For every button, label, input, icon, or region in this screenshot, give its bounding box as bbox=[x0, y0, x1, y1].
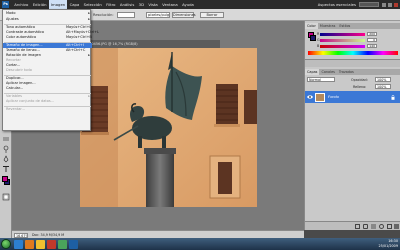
type-tool-icon[interactable] bbox=[2, 165, 10, 173]
menu-seleccion[interactable]: Selección bbox=[81, 0, 103, 9]
adjustments-panel-header bbox=[305, 59, 400, 67]
search-field[interactable] bbox=[359, 2, 379, 7]
menu-bar: Ps Archivo Edición Imagen Capa Selección… bbox=[0, 0, 400, 9]
status-bar: 16,67% Doc: 34,9 M/34,9 M bbox=[12, 230, 304, 238]
tab-estilos[interactable]: Estilos bbox=[337, 23, 352, 29]
tab-color[interactable]: Color bbox=[305, 23, 318, 29]
new-layer-icon[interactable] bbox=[387, 224, 392, 229]
fill-field[interactable]: 100% bbox=[375, 84, 391, 89]
zoom-field[interactable]: 16,67% bbox=[14, 232, 28, 238]
tab-capas[interactable]: Capas bbox=[305, 69, 320, 75]
minimize-button[interactable] bbox=[382, 2, 386, 7]
layer-name: Fondo bbox=[328, 94, 340, 99]
resolution-label: Resolución: bbox=[93, 12, 114, 17]
panel-background-swatch[interactable] bbox=[310, 35, 316, 41]
slider-g[interactable]: G 0 bbox=[317, 38, 377, 42]
menu-separator bbox=[4, 23, 91, 24]
layer-style-icon[interactable] bbox=[363, 224, 368, 229]
layers-panel-tabs: Capas Canales Trazados bbox=[305, 69, 400, 75]
taskbar-folder-icon[interactable] bbox=[36, 239, 45, 249]
menu-vista[interactable]: Vista bbox=[146, 0, 160, 9]
layer-mask-icon[interactable] bbox=[371, 224, 376, 229]
menu-item-color-automatico[interactable]: Color automático Mayús+Ctrl+B bbox=[3, 35, 92, 40]
color-panel-tabs: Color Muestras Estilos bbox=[305, 23, 400, 29]
menu-item-aplicar-conjunto-datos: Aplicar conjunto de datos... bbox=[6, 99, 55, 103]
document-tab[interactable]: P1000456.JPG @ 16,7% (RGB/8) bbox=[80, 40, 220, 48]
document-info[interactable]: Doc: 34,9 M/34,9 M bbox=[32, 233, 64, 237]
menu-item-ajustes[interactable]: Ajustes ▸ bbox=[3, 17, 92, 22]
slider-g-track[interactable] bbox=[320, 38, 365, 42]
menu-capa[interactable]: Capa bbox=[67, 0, 81, 9]
clear-button[interactable]: Borrar bbox=[200, 11, 224, 18]
workspace-switcher[interactable]: Aspectos esenciales bbox=[318, 2, 356, 7]
menu-filtro[interactable]: Filtro bbox=[104, 0, 118, 9]
tab-trazados[interactable]: Trazados bbox=[337, 69, 356, 75]
gradient-tool-icon[interactable] bbox=[2, 135, 10, 143]
taskbar-firefox-icon[interactable] bbox=[25, 239, 34, 249]
system-clock[interactable]: 16:30 25/01/2009 bbox=[378, 239, 398, 249]
submenu-arrow-icon: ▸ bbox=[88, 17, 90, 21]
photoshop-logo-icon: Ps bbox=[2, 1, 9, 8]
clock-date: 25/01/2009 bbox=[378, 244, 398, 248]
image-menu-dropdown: Modo ▸ Ajustes ▸ Tono automático Mayús+Ctrl… bbox=[2, 9, 99, 131]
resolution-unit-select[interactable]: píxeles/pulgada bbox=[146, 11, 170, 18]
menu-separator bbox=[4, 74, 91, 75]
slider-r[interactable]: R 200 bbox=[317, 32, 377, 36]
right-panels: Color Muestras Estilos R 200 G 0 B 140 C… bbox=[304, 21, 400, 230]
menu-item-descubrir-todo: Descubrir todo bbox=[6, 68, 32, 72]
foreground-color-swatch[interactable] bbox=[2, 176, 8, 182]
layer-row-fondo[interactable]: Fondo bbox=[305, 91, 400, 103]
color-spectrum-ramp[interactable] bbox=[308, 51, 398, 55]
lock-icon bbox=[391, 94, 395, 100]
eye-icon[interactable] bbox=[307, 94, 313, 100]
close-button[interactable] bbox=[394, 2, 398, 7]
fill-label: Relleno: bbox=[353, 84, 367, 89]
slider-b-track[interactable] bbox=[320, 44, 365, 48]
layers-panel-footer bbox=[305, 221, 400, 230]
tab-muestras[interactable]: Muestras bbox=[318, 23, 338, 29]
document-photo[interactable] bbox=[80, 48, 257, 207]
menu-separator bbox=[4, 92, 91, 93]
maximize-button[interactable] bbox=[388, 2, 392, 7]
menu-archivo[interactable]: Archivo bbox=[12, 0, 31, 9]
menu-ayuda[interactable]: Ayuda bbox=[180, 0, 196, 9]
start-button[interactable] bbox=[1, 239, 11, 249]
menu-item-reventar: Reventar... bbox=[6, 107, 25, 111]
trash-icon[interactable] bbox=[394, 224, 399, 229]
quick-mask-icon[interactable] bbox=[2, 193, 10, 201]
menu-ventana[interactable]: Ventana bbox=[160, 0, 180, 9]
menu-item-calcular[interactable]: Calcular... bbox=[3, 86, 92, 91]
pen-tool-icon[interactable] bbox=[2, 155, 10, 163]
menu-separator bbox=[4, 41, 91, 42]
taskbar-media-icon[interactable] bbox=[47, 239, 56, 249]
adjustment-layer-icon[interactable] bbox=[379, 224, 384, 229]
taskbar: 16:30 25/01/2009 bbox=[0, 238, 400, 250]
dodge-tool-icon[interactable] bbox=[2, 145, 10, 153]
opacity-label: Opacidad: bbox=[351, 77, 368, 82]
menu-edicion[interactable]: Edición bbox=[31, 0, 49, 9]
link-layers-icon[interactable] bbox=[355, 224, 360, 229]
menu-3d[interactable]: 3D bbox=[136, 0, 146, 9]
slider-r-track[interactable] bbox=[320, 32, 365, 36]
tab-canales[interactable]: Canales bbox=[319, 69, 336, 75]
taskbar-ie-icon[interactable] bbox=[14, 239, 23, 249]
menu-separator bbox=[4, 105, 91, 106]
menu-imagen[interactable]: Imagen bbox=[48, 0, 68, 9]
layer-thumbnail bbox=[315, 92, 325, 102]
taskbar-photoshop-icon[interactable] bbox=[69, 239, 78, 249]
menu-item-modo[interactable]: Modo ▸ bbox=[3, 11, 92, 16]
opacity-field[interactable]: 100% bbox=[375, 77, 391, 82]
submenu-arrow-icon: ▸ bbox=[88, 11, 90, 15]
front-image-button[interactable]: Dimensiones bbox=[172, 11, 196, 18]
slider-b[interactable]: B 140 bbox=[317, 44, 377, 48]
blend-mode-select[interactable]: Normal bbox=[307, 77, 335, 82]
taskbar-app-icon[interactable] bbox=[58, 239, 67, 249]
menu-analisis[interactable]: Análisis bbox=[118, 0, 137, 9]
resolution-field[interactable] bbox=[117, 11, 135, 18]
